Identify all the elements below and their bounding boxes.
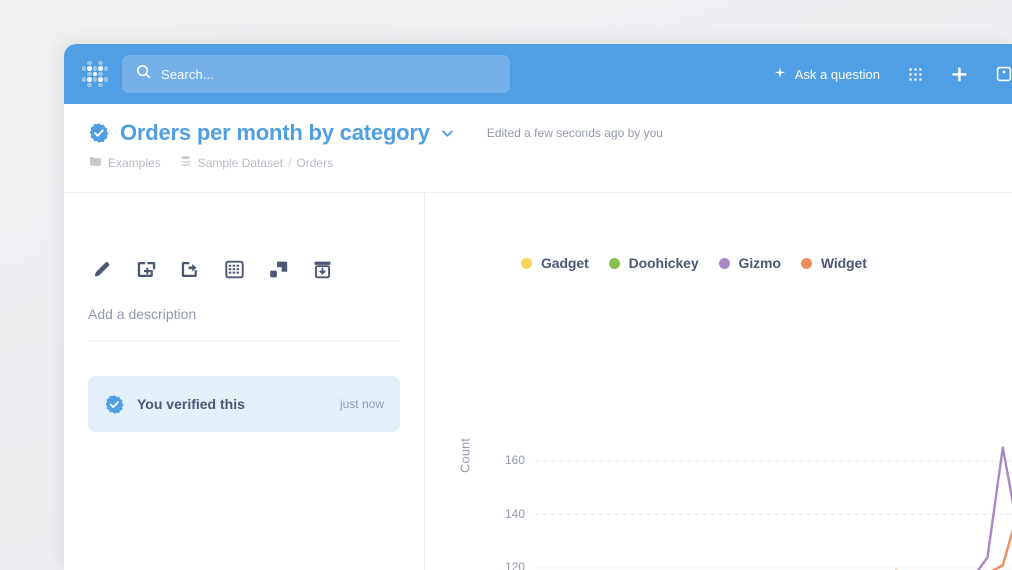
verification-text: You verified this [137, 396, 245, 412]
breadcrumb-table-label[interactable]: Orders [296, 156, 333, 170]
app-window: Search... Ask a question [64, 44, 1012, 570]
model-icon[interactable] [264, 255, 292, 283]
grid-apps-icon[interactable] [894, 67, 937, 82]
chart-svg[interactable] [425, 288, 1012, 570]
breadcrumb: Examples Sample Dataset [89, 155, 333, 171]
metabase-dots-logo-icon[interactable] [82, 61, 108, 87]
search-placeholder: Search... [161, 67, 214, 82]
verification-banner: You verified this just now [88, 376, 400, 432]
navbar-actions: Ask a question [759, 44, 1012, 104]
breadcrumb-collection[interactable]: Examples [89, 155, 161, 171]
legend-dot-icon [521, 258, 532, 269]
legend-label: Doohickey [629, 255, 699, 271]
search-input[interactable]: Search... [122, 55, 510, 93]
breadcrumb-separator: / [288, 156, 291, 170]
move-icon[interactable] [176, 255, 204, 283]
question-sidebar: Add a description You verified this just… [64, 193, 424, 570]
legend-label: Gizmo [739, 255, 781, 271]
screen: Search... Ask a question [0, 0, 1012, 570]
sparkle-icon [773, 66, 787, 83]
ask-a-question-button[interactable]: Ask a question [759, 66, 894, 83]
breadcrumb-database[interactable]: Sample Dataset [179, 155, 283, 171]
legend-dot-icon [719, 258, 730, 269]
legend-dot-icon [801, 258, 812, 269]
verified-badge-icon [88, 122, 110, 144]
breadcrumb-collection-label: Examples [108, 156, 161, 170]
page-title[interactable]: Orders per month by category [120, 120, 430, 146]
verified-badge-icon [104, 394, 125, 415]
series-line-gizmo[interactable] [575, 448, 1012, 570]
legend-item-widget[interactable]: Widget [801, 255, 867, 271]
legend-item-gizmo[interactable]: Gizmo [719, 255, 781, 271]
plus-icon[interactable] [937, 66, 982, 83]
chart-legend: Gadget Doohickey Gizmo Widget [521, 255, 867, 271]
question-header: Orders per month by category Edited a fe… [64, 104, 1012, 192]
chart-plot-area: Count 1601401201008060 [425, 288, 1012, 570]
last-edited-info: Edited a few seconds ago by you [487, 126, 663, 140]
chevron-down-icon[interactable] [440, 126, 455, 141]
verification-timestamp: just now [340, 397, 384, 411]
database-icon [179, 155, 192, 171]
ask-a-question-label: Ask a question [795, 67, 880, 82]
legend-label: Gadget [541, 255, 589, 271]
legend-item-gadget[interactable]: Gadget [521, 255, 589, 271]
legend-dot-icon [609, 258, 620, 269]
sidebar-toolbar [88, 255, 336, 283]
breadcrumb-database-label: Sample Dataset [198, 156, 283, 170]
legend-item-doohickey[interactable]: Doohickey [609, 255, 699, 271]
search-icon [136, 64, 151, 84]
table-icon[interactable] [220, 255, 248, 283]
pencil-icon[interactable] [88, 255, 116, 283]
folder-icon [89, 155, 102, 171]
series-line-widget[interactable] [575, 507, 1012, 570]
title-row: Orders per month by category Edited a fe… [88, 120, 663, 146]
archive-icon[interactable] [308, 255, 336, 283]
legend-label: Widget [821, 255, 867, 271]
description-divider [88, 340, 400, 341]
chart-visualization: Gadget Doohickey Gizmo Widget Count 1601401… [425, 193, 1012, 570]
bookmark-icon[interactable] [982, 66, 1012, 82]
description-placeholder[interactable]: Add a description [88, 306, 196, 322]
series-line-gadget[interactable] [575, 512, 1012, 570]
top-navbar: Search... Ask a question [64, 44, 1012, 104]
add-to-dashboard-icon[interactable] [132, 255, 160, 283]
